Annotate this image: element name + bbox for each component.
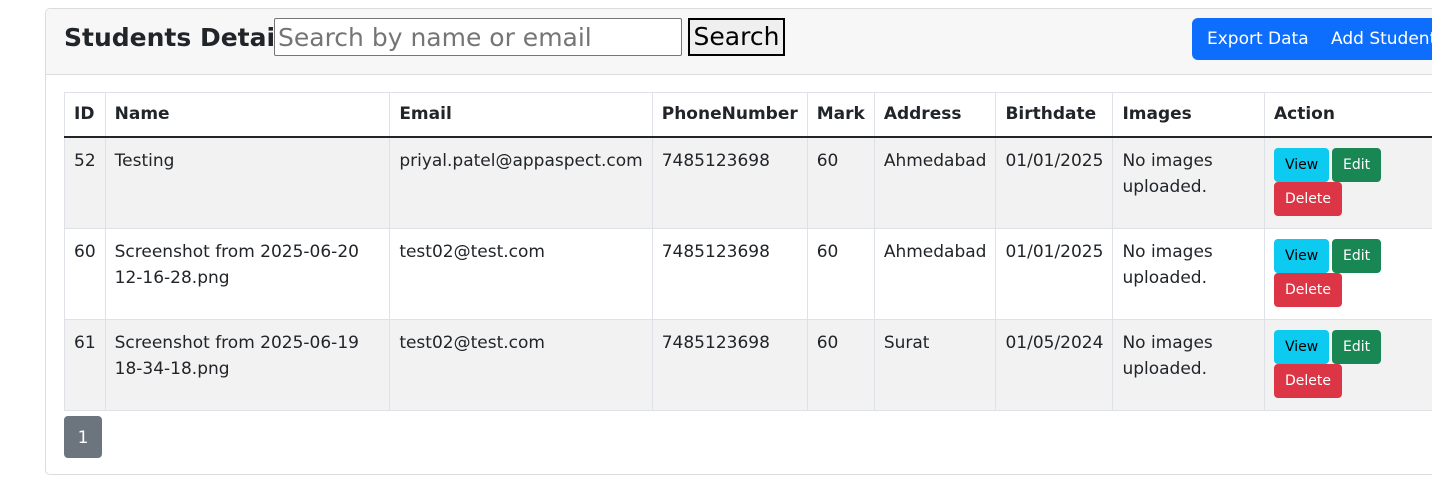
cell-email: test02@test.com (389, 227, 653, 320)
table-header-row: ID Name Email PhoneNumber Mark Address B… (64, 92, 1432, 138)
export-data-button[interactable]: Export Data (1192, 18, 1317, 60)
cell-mark: 60 (806, 136, 875, 229)
delete-button[interactable]: Delete (1273, 363, 1342, 398)
view-button[interactable]: View (1273, 238, 1330, 273)
cell-phone: 7485123698 (651, 227, 808, 320)
cell-address: Ahmedabad (873, 227, 997, 320)
cell-birthdate: 01/01/2025 (995, 227, 1114, 320)
cell-birthdate: 01/01/2025 (995, 136, 1114, 229)
column-header-birthdate: Birthdate (995, 92, 1114, 138)
cell-mark: 60 (806, 318, 875, 411)
column-header-mark: Mark (806, 92, 875, 138)
view-button[interactable]: View (1273, 329, 1330, 364)
card-header: Students Details Search Export Data Add … (46, 9, 1432, 75)
cell-name: Screenshot from 2025-06-19 18-34-18.png (104, 318, 391, 411)
cell-phone: 7485123698 (651, 318, 808, 411)
cell-name: Testing (104, 136, 391, 229)
table-row: 60 Screenshot from 2025-06-20 12-16-28.p… (64, 227, 1432, 320)
pagination-page-1[interactable]: 1 (64, 416, 102, 458)
delete-button[interactable]: Delete (1273, 272, 1342, 307)
cell-action: View Edit Delete (1263, 318, 1432, 411)
cell-images: No images uploaded. (1112, 227, 1265, 320)
cell-address: Surat (873, 318, 997, 411)
cell-images: No images uploaded. (1112, 136, 1265, 229)
action-buttons: View Edit Delete (1273, 147, 1432, 218)
cell-images: No images uploaded. (1112, 318, 1265, 411)
cell-email: test02@test.com (389, 318, 653, 411)
edit-button[interactable]: Edit (1331, 238, 1382, 273)
students-table: ID Name Email PhoneNumber Mark Address B… (64, 92, 1432, 411)
students-card: Students Details Search Export Data Add … (45, 8, 1432, 475)
column-header-images: Images (1112, 92, 1265, 138)
page-title: Students Details (64, 23, 299, 52)
column-header-action: Action (1263, 92, 1432, 138)
table-row: 61 Screenshot from 2025-06-19 18-34-18.p… (64, 318, 1432, 411)
delete-button[interactable]: Delete (1273, 181, 1342, 216)
table-row: 52 Testing priyal.patel@appaspect.com 74… (64, 136, 1432, 229)
column-header-phone: PhoneNumber (651, 92, 808, 138)
cell-address: Ahmedabad (873, 136, 997, 229)
column-header-address: Address (873, 92, 997, 138)
action-buttons: View Edit Delete (1273, 238, 1432, 309)
cell-id: 52 (64, 136, 106, 229)
search-input[interactable] (274, 18, 682, 56)
edit-button[interactable]: Edit (1331, 329, 1382, 364)
action-buttons: View Edit Delete (1273, 329, 1432, 400)
cell-email: priyal.patel@appaspect.com (389, 136, 653, 229)
cell-phone: 7485123698 (651, 136, 808, 229)
cell-id: 60 (64, 227, 106, 320)
edit-button[interactable]: Edit (1331, 147, 1382, 182)
column-header-id: ID (64, 92, 106, 138)
cell-action: View Edit Delete (1263, 136, 1432, 229)
cell-id: 61 (64, 318, 106, 411)
cell-name: Screenshot from 2025-06-20 12-16-28.png (104, 227, 391, 320)
cell-birthdate: 01/05/2024 (995, 318, 1114, 411)
cell-action: View Edit Delete (1263, 227, 1432, 320)
column-header-email: Email (389, 92, 653, 138)
column-header-name: Name (104, 92, 391, 138)
view-button[interactable]: View (1273, 147, 1330, 182)
add-students-button[interactable]: Add Students (1316, 18, 1432, 60)
search-button[interactable]: Search (688, 18, 785, 56)
cell-mark: 60 (806, 227, 875, 320)
